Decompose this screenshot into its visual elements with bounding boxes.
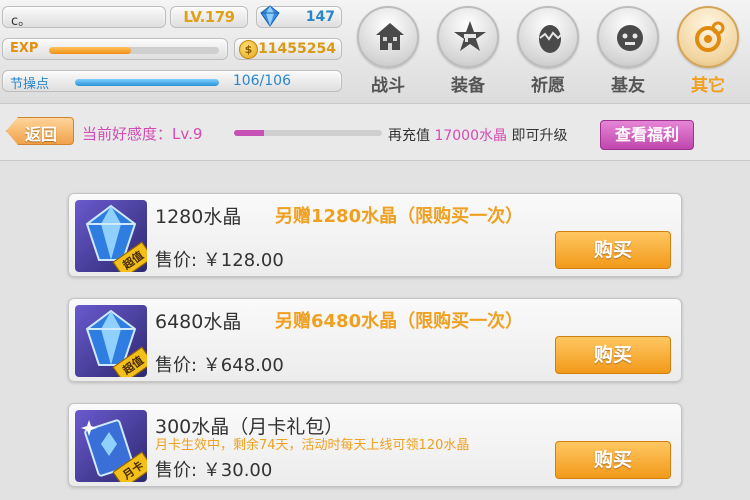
player-name: c。 [11,14,32,29]
shop-item-monthly-card: 月卡 300水晶（月卡礼包） 月卡生效中，剩余74天，活动时每天上线可领120水… [68,403,682,487]
exp-label: EXP [10,41,39,56]
gold-box[interactable]: $ 11455254 [234,38,342,60]
stamina-value: 106/106 [232,73,291,89]
shop-item-1280: 超值 1280水晶 另赠1280水晶（限购买一次） 售价: ￥128.00 购买 [68,193,682,277]
top-status-bar: c。 LV.179 147 EXP $ 11455254 节操点 106/106 [0,0,750,104]
player-name-box[interactable]: c。 [2,6,166,29]
exp-bar [49,47,219,54]
recharge-prefix: 再充值 [388,128,430,144]
item-name: 6480水晶 [155,311,242,333]
back-button-label: 返回 [25,125,58,144]
exp-bar-fill [49,47,131,54]
buy-button[interactable]: 购买 [555,441,671,479]
stamina-label: 节操点 [10,77,50,92]
recharge-hint: 再充值 17000水晶 即可升级 [388,125,567,145]
item-description: 月卡生效中，剩余74天，活动时每天上线可领120水晶 [155,438,470,453]
recharge-amount: 17000水晶 [434,128,507,144]
shop-item-6480: 超值 6480水晶 另赠6480水晶（限购买一次） 售价: ￥648.00 购买 [68,298,682,382]
exp-box: EXP [2,38,228,60]
gem-icon [259,5,281,27]
item-bonus: 另赠6480水晶（限购买一次） [275,311,524,332]
nav-equipment[interactable]: 装备 [434,6,502,98]
shop-list-panel[interactable]: 超值 1280水晶 另赠1280水晶（限购买一次） 售价: ￥128.00 购买… [0,160,750,500]
item-price: 售价: ￥128.00 [155,250,284,271]
buy-button[interactable]: 购买 [555,231,671,269]
item-name: 1280水晶 [155,206,242,228]
item-price: 售价: ￥648.00 [155,355,284,376]
gem-box[interactable]: 147 [256,5,342,28]
gem-count: 147 [305,9,335,25]
crystal-pack-icon: 超值 [75,305,147,377]
gun-star-icon [437,6,499,68]
nav-wish-label: 祈愿 [531,76,565,96]
nav-battle-label: 战斗 [371,76,405,96]
item-bonus: 另赠1280水晶（限购买一次） [275,206,524,227]
buy-button[interactable]: 购买 [555,336,671,374]
nav-wish[interactable]: 祈愿 [514,6,582,98]
stamina-bar-fill [75,79,219,86]
nav-battle[interactable]: 战斗 [354,6,422,98]
gear-icon [677,6,739,68]
player-level: LV.179 [183,8,235,26]
nav-friends-label: 基友 [611,76,645,96]
favor-level: 当前好感度：Lv.9 [82,125,203,143]
house-icon [357,6,419,68]
level-box: LV.179 [170,6,248,28]
coin-icon: $ [239,40,258,59]
favor-progress-fill [234,130,264,136]
crystal-pack-icon: 超值 [75,200,147,272]
nav-friends[interactable]: 基友 [594,6,662,98]
recharge-suffix: 即可升级 [511,128,568,144]
nav-other-label: 其它 [691,76,725,96]
monthly-card-icon: 月卡 [75,410,147,482]
item-price: 售价: ￥30.00 [155,460,273,481]
face-icon [597,6,659,68]
nav-other[interactable]: 其它 [674,6,742,98]
stamina-bar [75,79,219,86]
favor-progress-bar [234,130,382,136]
view-benefits-button[interactable]: 查看福利 [600,120,694,150]
back-button[interactable]: 返回 [6,117,74,145]
stamina-box: 节操点 106/106 [2,70,342,92]
gold-count: 11455254 [258,41,336,57]
egg-icon [517,6,579,68]
nav-equipment-label: 装备 [451,76,485,96]
